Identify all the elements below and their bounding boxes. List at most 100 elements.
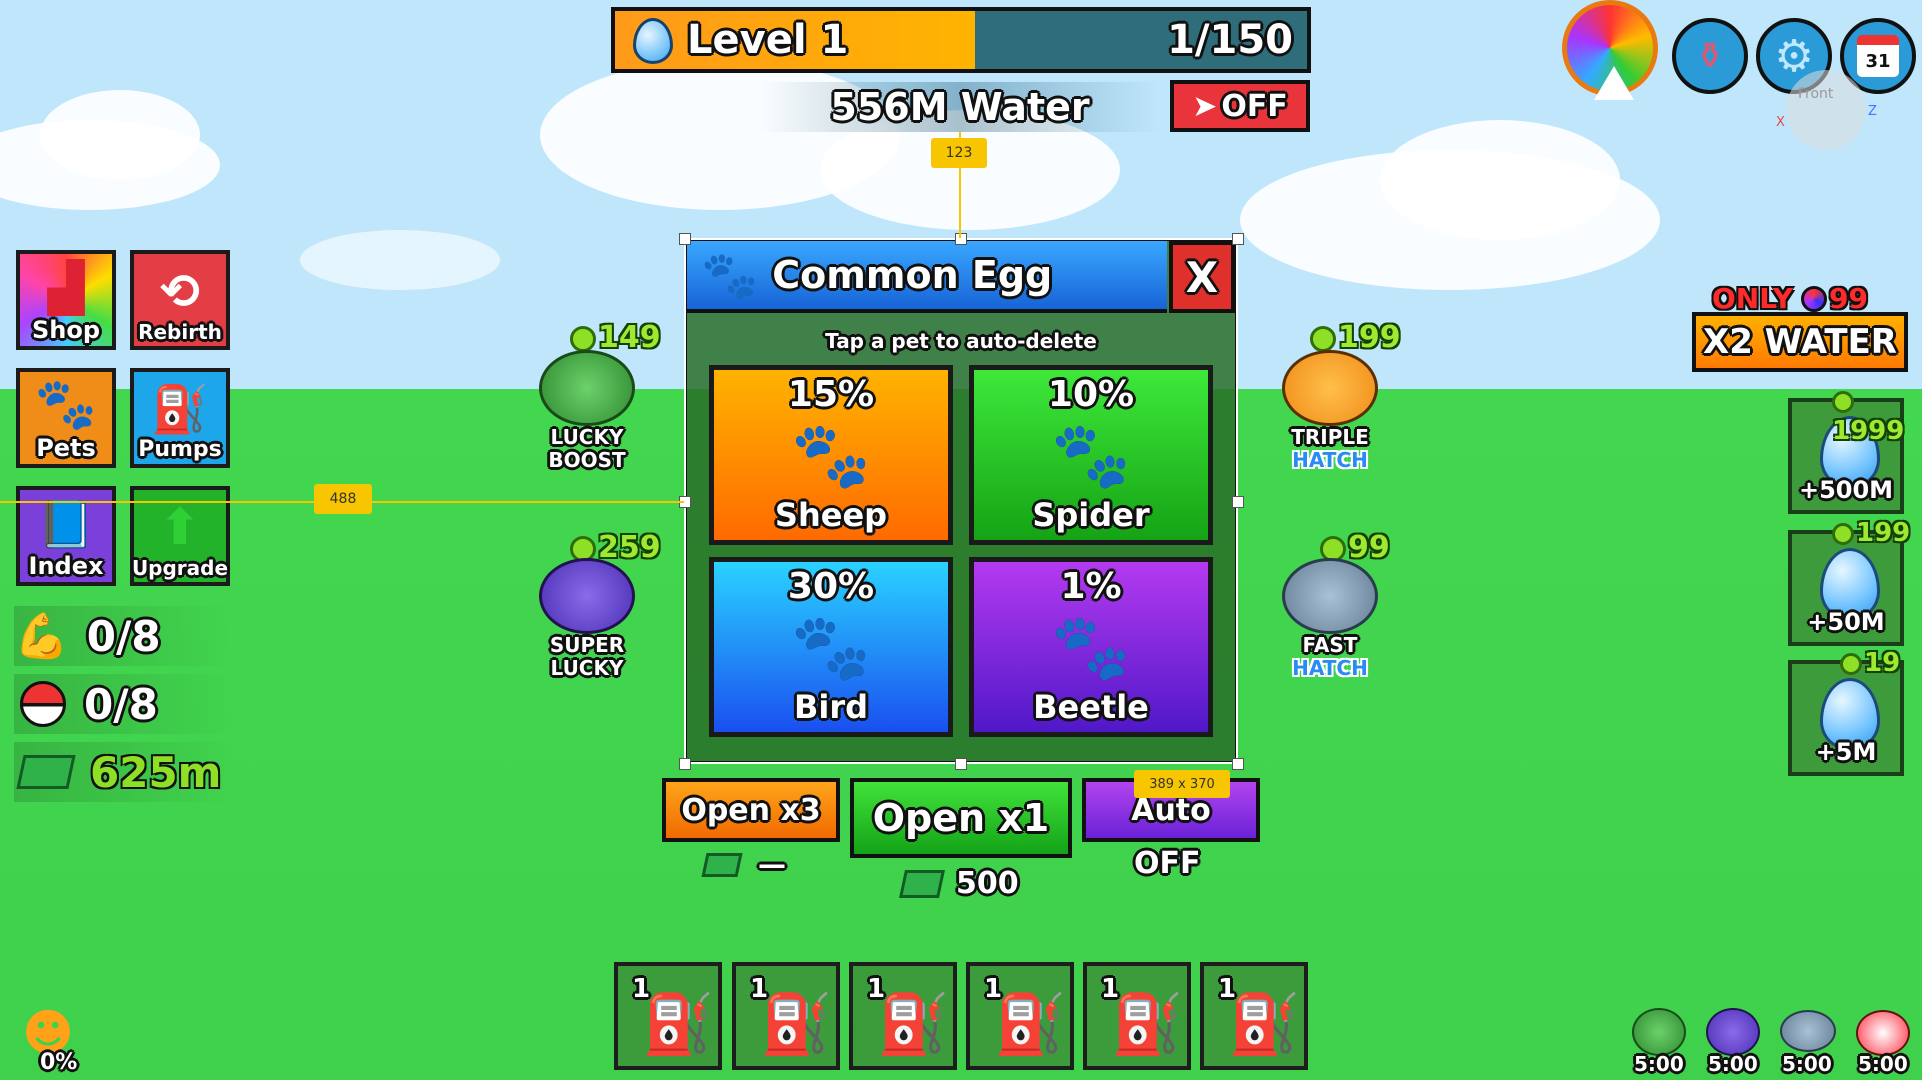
- paw-icon: [1282, 350, 1378, 426]
- pokeball-icon: [20, 681, 66, 727]
- promo-only-label: ONLY: [1712, 282, 1793, 315]
- resize-handle[interactable]: [955, 233, 967, 245]
- open-x1-button[interactable]: Open x1: [850, 778, 1072, 858]
- pets-equipped-value: 0/8: [84, 679, 158, 729]
- pets-equipped-stat: 0/8: [14, 674, 234, 734]
- water-amount: 556M Water: [830, 85, 1090, 129]
- auto-open-state: OFF: [1134, 846, 1201, 881]
- open-x3-button[interactable]: Open x3: [662, 778, 840, 842]
- promo-only-row: ONLY 99: [1712, 282, 1868, 315]
- spin-wheel-button[interactable]: [1562, 0, 1664, 100]
- level-bar: Level 1 1/150: [611, 7, 1311, 73]
- auto-clicker-state: OFF: [1221, 88, 1288, 124]
- resize-handle[interactable]: [1232, 758, 1244, 770]
- lucky-boost-button[interactable]: LUCKY BOOST: [538, 350, 636, 472]
- water-pump-icon: ⛽: [877, 990, 950, 1058]
- water-pack-50m-price: 199: [1832, 518, 1910, 548]
- pump-icon: ⛽: [151, 382, 209, 436]
- promo-label-box: X2 WATER: [1692, 312, 1908, 372]
- luck-percent: 0%: [40, 1050, 78, 1075]
- promo-label: X2 WATER: [1703, 322, 1897, 362]
- distance-marker-top-value: 123: [945, 145, 973, 161]
- pumps-button[interactable]: ⛽ Pumps: [130, 368, 230, 468]
- water-pack-price-value: 1999: [1832, 416, 1905, 446]
- cash-stack-icon: [899, 869, 945, 898]
- lucky-boost-line1: LUCKY: [550, 425, 624, 449]
- distance-marker-left: 488: [314, 484, 372, 514]
- resize-handle[interactable]: [679, 758, 691, 770]
- pets-button[interactable]: 🐾 Pets: [16, 368, 116, 468]
- resize-handle[interactable]: [679, 233, 691, 245]
- robux-icon: [1310, 325, 1336, 352]
- boost-timer: 5:00: [1634, 1052, 1684, 1076]
- distance-marker-top: 123: [931, 138, 987, 168]
- gizmo-z-axis: Z: [1868, 104, 1877, 119]
- potion-icon: ⚱: [1694, 35, 1726, 77]
- boost-timer: 5:00: [1858, 1052, 1908, 1076]
- purple-clover-icon: [539, 558, 635, 634]
- water-drop-icon: [633, 18, 673, 64]
- triple-hatch-line1: TRIPLE: [1291, 425, 1369, 449]
- calendar-icon: 31: [1857, 35, 1899, 77]
- rebirth-icon: ⟲: [159, 264, 201, 320]
- cash-value: 625m: [90, 747, 222, 797]
- open-x1-label: Open x1: [872, 796, 1050, 840]
- hotbar-slot-3[interactable]: 1 ⛽: [849, 962, 957, 1070]
- distance-marker-left-value: 488: [329, 491, 357, 507]
- shop-icon: ▟: [47, 260, 85, 316]
- triple-hatch-button[interactable]: TRIPLE HATCH: [1280, 350, 1380, 472]
- water-pack-amount: +5M: [1815, 738, 1877, 766]
- hotbar-slot-2[interactable]: 1 ⛽: [732, 962, 840, 1070]
- water-pack-amount: +500M: [1798, 476, 1894, 504]
- shop-button[interactable]: ▟ Shop: [16, 250, 116, 350]
- book-icon: 📘: [37, 497, 95, 551]
- robux-icon: [1840, 652, 1862, 675]
- pumps-label: Pumps: [138, 437, 222, 462]
- water-pump-icon: ⛽: [994, 990, 1067, 1058]
- size-marker-value: 389 x 370: [1149, 776, 1215, 792]
- selection-box: [684, 238, 1238, 764]
- water-pack-500m-price: 1999: [1832, 386, 1922, 446]
- boost-timer: 5:00: [1782, 1052, 1832, 1076]
- timer-fast-hatch-icon: [1780, 1010, 1836, 1052]
- open-x3-label: Open x3: [681, 792, 821, 828]
- hotbar-slot-5[interactable]: 1 ⛽: [1083, 962, 1191, 1070]
- open-x3-cost-value: —: [758, 848, 786, 881]
- robux-icon: [1801, 285, 1827, 312]
- timer-lucky-icon: [1632, 1008, 1686, 1056]
- resize-handle[interactable]: [1232, 233, 1244, 245]
- triangle-pointer-icon: [1594, 66, 1634, 100]
- hotbar-slot-4[interactable]: 1 ⛽: [966, 962, 1074, 1070]
- strength-stat: 💪 0/8: [14, 606, 234, 666]
- hotbar-slot-6[interactable]: 1 ⛽: [1200, 962, 1308, 1070]
- cursor-icon: ➤: [1192, 88, 1218, 124]
- water-pump-icon: ⛽: [1228, 990, 1301, 1058]
- promo-price: 99: [1829, 282, 1868, 315]
- resize-handle[interactable]: [1232, 496, 1244, 508]
- open-x1-cost-value: 500: [956, 866, 1019, 901]
- potion-button[interactable]: ⚱: [1672, 18, 1748, 94]
- rebirth-button[interactable]: ⟲ Rebirth: [130, 250, 230, 350]
- gizmo-front-label: Front: [1798, 86, 1834, 102]
- timer-triple-hatch-icon: [1856, 1010, 1910, 1056]
- auto-clicker-toggle[interactable]: ➤ OFF: [1170, 80, 1310, 132]
- water-pack-amount: +50M: [1807, 608, 1885, 636]
- upgrade-label: Upgrade: [131, 556, 229, 580]
- view-gizmo[interactable]: Front: [1786, 70, 1866, 150]
- clover-icon: [539, 350, 635, 426]
- arrow-up-icon: ⬆: [159, 498, 201, 556]
- index-label: Index: [28, 552, 104, 580]
- storm-cloud-icon: [1282, 558, 1378, 634]
- fast-hatch-button[interactable]: FAST HATCH: [1280, 558, 1380, 680]
- super-lucky-line1: SUPER: [549, 633, 625, 657]
- fast-hatch-line2: HATCH: [1292, 656, 1368, 680]
- super-lucky-button[interactable]: SUPER LUCKY: [538, 558, 636, 680]
- robux-icon: [1832, 390, 1854, 413]
- cash-stat: 625m: [14, 742, 234, 802]
- resize-handle[interactable]: [955, 758, 967, 770]
- hotbar-slot-1[interactable]: 1 ⛽: [614, 962, 722, 1070]
- super-lucky-line2: LUCKY: [550, 656, 624, 680]
- x2-water-promo[interactable]: ONLY 99 X2 WATER: [1692, 282, 1908, 374]
- water-counter: 556M Water: [760, 82, 1160, 132]
- water-pack-price-value: 199: [1856, 518, 1911, 548]
